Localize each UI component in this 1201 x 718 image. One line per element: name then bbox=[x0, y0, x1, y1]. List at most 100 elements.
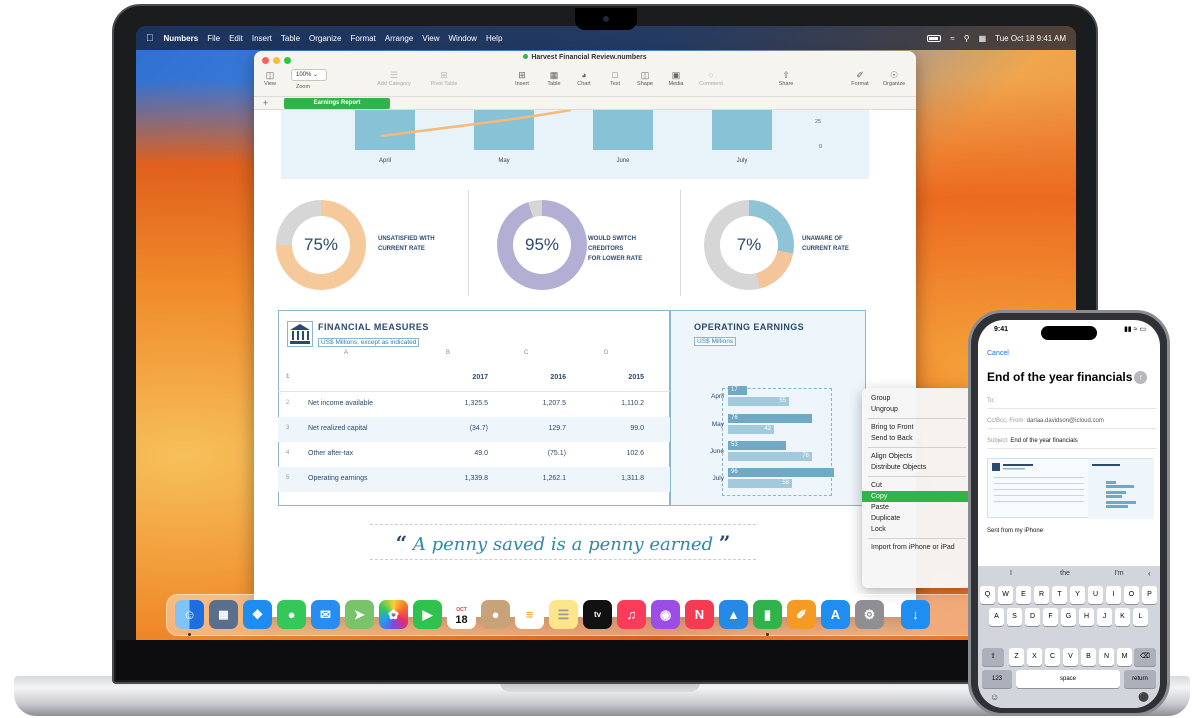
menu-item-align-objects[interactable]: Align Objects bbox=[862, 451, 972, 462]
subject-field[interactable]: Subject: End of the year financials bbox=[987, 438, 1157, 449]
menu-item-ungroup[interactable]: Ungroup bbox=[862, 404, 972, 415]
battery-icon[interactable] bbox=[927, 34, 942, 42]
table-row[interactable]: 5 Operating earnings 1,339.8 1,262.1 1,3… bbox=[278, 467, 670, 492]
donut-chart[interactable]: 7% bbox=[704, 200, 794, 290]
pasted-report-thumbnail[interactable] bbox=[987, 458, 1154, 519]
table-row[interactable]: 2 Net income available 1,325.5 1,207.5 1… bbox=[278, 392, 670, 417]
key-g[interactable]: G bbox=[1061, 608, 1076, 626]
add-category-button[interactable]: ☰ Add Category bbox=[374, 69, 414, 87]
table-row[interactable]: 3 Net realized capital (34.7) 129.7 99.0 bbox=[278, 417, 670, 442]
menu-item-copy[interactable]: Copy bbox=[862, 491, 972, 502]
media-button[interactable]: ▣ Media bbox=[656, 69, 696, 87]
key-c[interactable]: C bbox=[1045, 648, 1060, 666]
contacts-icon[interactable]: ● bbox=[481, 600, 510, 629]
menu-organize[interactable]: Organize bbox=[309, 34, 341, 43]
messages-icon[interactable]: ● bbox=[277, 600, 306, 629]
chart-subtitle[interactable]: US$ Millions bbox=[694, 337, 737, 346]
tab-earnings-report[interactable]: Earnings Report bbox=[284, 98, 390, 109]
column-letter[interactable]: B bbox=[446, 350, 450, 356]
menu-item-lock[interactable]: Lock bbox=[862, 524, 972, 535]
cc-from-field[interactable]: Cc/Bcc, From: darlaa.davidson@icloud.com bbox=[987, 418, 1157, 429]
mail-icon[interactable]: ✉ bbox=[311, 600, 340, 629]
menu-item-send-to-back[interactable]: Send to Back bbox=[862, 433, 972, 444]
key-x[interactable]: X bbox=[1027, 648, 1042, 666]
key-q[interactable]: Q bbox=[980, 586, 995, 604]
collapse-chevron-icon[interactable]: ‹ bbox=[1148, 569, 1151, 578]
organize-button[interactable]: ☉ Organize bbox=[874, 69, 914, 87]
menu-view[interactable]: View bbox=[422, 34, 439, 43]
key-r[interactable]: R bbox=[1034, 586, 1049, 604]
chart-title[interactable]: OPERATING EARNINGS bbox=[694, 322, 804, 332]
spotlight-search-icon[interactable]: ⚲ bbox=[964, 34, 970, 43]
calendar-icon[interactable]: OCT 18 bbox=[447, 600, 476, 629]
downloads-folder-icon[interactable]: ↓ bbox=[901, 600, 930, 629]
control-center-icon[interactable]: ▦ bbox=[979, 34, 987, 43]
suggestion[interactable]: I bbox=[986, 570, 1036, 577]
key-t[interactable]: T bbox=[1052, 586, 1067, 604]
key-n[interactable]: N bbox=[1099, 648, 1114, 666]
menu-table[interactable]: Table bbox=[281, 34, 300, 43]
menu-app-name[interactable]: Numbers bbox=[164, 34, 199, 43]
key-e[interactable]: E bbox=[1016, 586, 1031, 604]
key-v[interactable]: V bbox=[1063, 648, 1078, 666]
microphone-icon[interactable]: ⚫ bbox=[1138, 692, 1149, 703]
key-o[interactable]: O bbox=[1124, 586, 1139, 604]
menu-item-cut[interactable]: Cut bbox=[862, 480, 972, 491]
donut-chart[interactable]: 95% bbox=[497, 200, 587, 290]
view-button[interactable]: ◫ View bbox=[254, 69, 290, 87]
zoom-select[interactable]: 100% ⌄ bbox=[291, 69, 327, 81]
numbers-icon[interactable]: ▮ bbox=[753, 600, 782, 629]
pivot-table-button[interactable]: ⊞ Pivot Table bbox=[424, 69, 464, 87]
sheet-canvas[interactable]: April May June July 25 0 75% UNSATISFIED… bbox=[254, 110, 916, 617]
key-a[interactable]: A bbox=[989, 608, 1004, 626]
system-settings-icon[interactable]: ⚙ bbox=[855, 600, 884, 629]
menu-help[interactable]: Help bbox=[486, 34, 502, 43]
cancel-button[interactable]: Cancel bbox=[987, 350, 1009, 357]
maps-icon[interactable]: ➤ bbox=[345, 600, 374, 629]
key-h[interactable]: H bbox=[1079, 608, 1094, 626]
key-s[interactable]: S bbox=[1007, 608, 1022, 626]
return-key[interactable]: return bbox=[1124, 670, 1156, 688]
keynote-icon[interactable]: ▲ bbox=[719, 600, 748, 629]
menu-window[interactable]: Window bbox=[449, 34, 477, 43]
news-icon[interactable]: N bbox=[685, 600, 714, 629]
send-icon[interactable]: ↑ bbox=[1134, 371, 1148, 385]
menu-edit[interactable]: Edit bbox=[229, 34, 243, 43]
photos-icon[interactable]: ✿ bbox=[379, 600, 408, 629]
key-w[interactable]: W bbox=[998, 586, 1013, 604]
menu-arrange[interactable]: Arrange bbox=[385, 34, 413, 43]
key-i[interactable]: I bbox=[1106, 586, 1121, 604]
pages-icon[interactable]: ✐ bbox=[787, 600, 816, 629]
menu-file[interactable]: File bbox=[207, 34, 220, 43]
menu-item-import-from-iphone[interactable]: Import from iPhone or iPad bbox=[862, 542, 972, 553]
menu-format[interactable]: Format bbox=[350, 34, 375, 43]
menu-item-distribute-objects[interactable]: Distribute Objects bbox=[862, 462, 972, 473]
mail-body[interactable]: Sent from my iPhone bbox=[987, 528, 1043, 534]
key-u[interactable]: U bbox=[1088, 586, 1103, 604]
menu-item-group[interactable]: Group bbox=[862, 393, 972, 404]
key-p[interactable]: P bbox=[1142, 586, 1157, 604]
monthly-chart[interactable]: April May June July 25 0 bbox=[281, 110, 869, 179]
donut-chart[interactable]: 75% bbox=[276, 200, 366, 290]
share-button[interactable]: ⇧ Share bbox=[766, 69, 806, 87]
key-y[interactable]: Y bbox=[1070, 586, 1085, 604]
apple-tv-icon[interactable]: tv bbox=[583, 600, 612, 629]
podcasts-icon[interactable]: ◉ bbox=[651, 600, 680, 629]
shift-key[interactable]: ⇧ bbox=[982, 648, 1004, 666]
key-b[interactable]: B bbox=[1081, 648, 1096, 666]
finder-icon[interactable]: ☺ bbox=[175, 600, 204, 629]
music-icon[interactable]: ♫ bbox=[617, 600, 646, 629]
add-sheet-icon[interactable]: + bbox=[263, 97, 268, 110]
apple-menu-icon[interactable]:  bbox=[146, 33, 154, 44]
key-j[interactable]: J bbox=[1097, 608, 1112, 626]
quote-text-box[interactable]: “ A penny saved is a penny earned ” bbox=[370, 524, 756, 560]
app-store-icon[interactable]: A bbox=[821, 600, 850, 629]
table-header-row[interactable]: 1 2017 2016 2015 bbox=[278, 366, 670, 391]
safari-icon[interactable]: ❖ bbox=[243, 600, 272, 629]
reminders-icon[interactable]: ≡ bbox=[515, 600, 544, 629]
emoji-icon[interactable]: ☺ bbox=[990, 692, 999, 702]
notes-icon[interactable]: ☰ bbox=[549, 600, 578, 629]
key-k[interactable]: K bbox=[1115, 608, 1130, 626]
menu-item-paste[interactable]: Paste bbox=[862, 502, 972, 513]
space-key[interactable]: space bbox=[1016, 670, 1120, 688]
